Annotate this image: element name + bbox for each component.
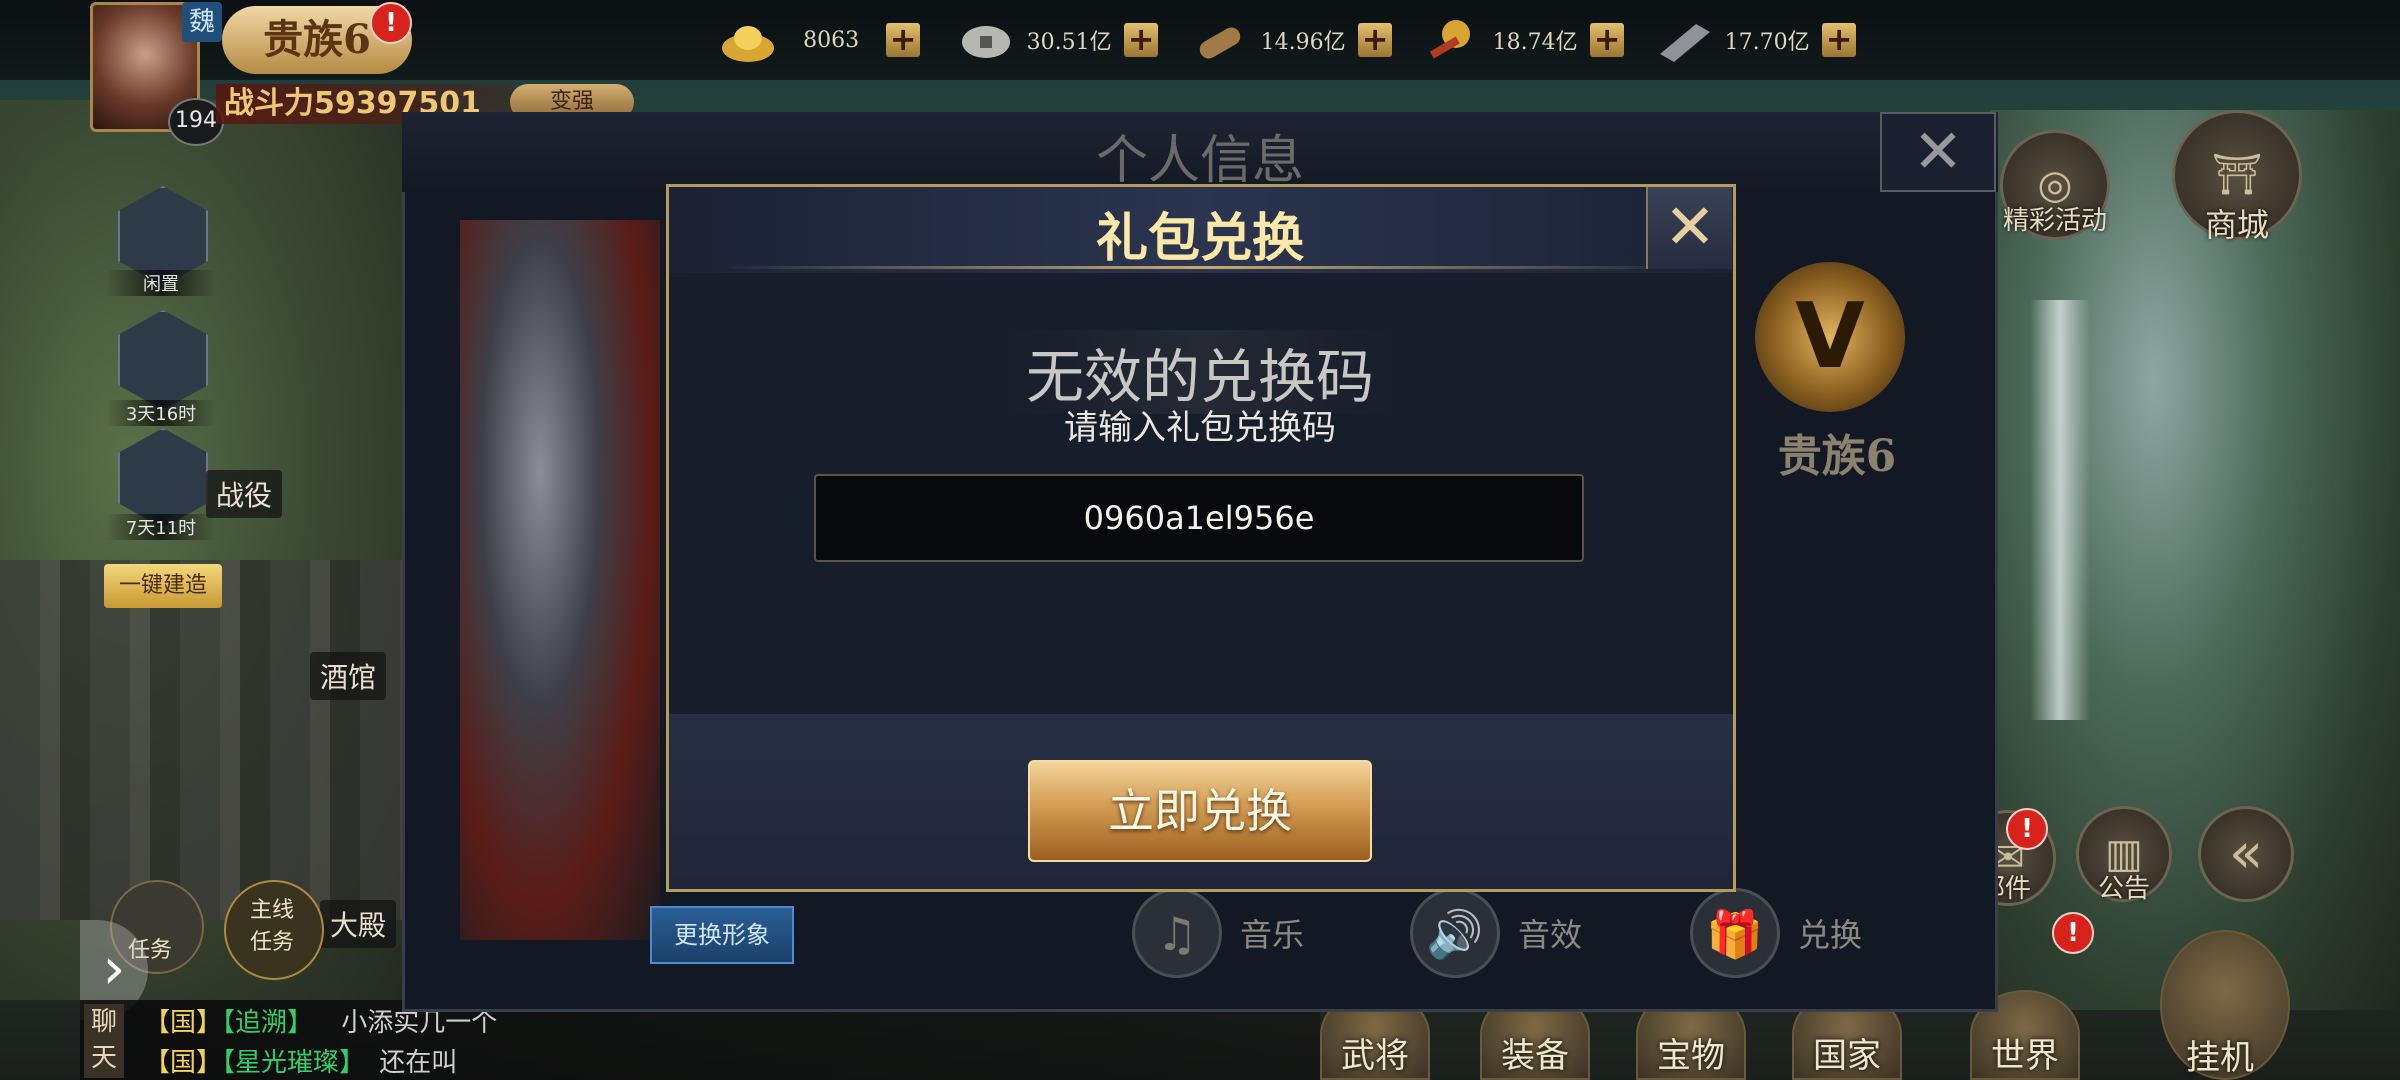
mail-alert-badge: !	[2006, 808, 2048, 850]
add-coin-button[interactable]: +	[1124, 23, 1159, 57]
palace-label[interactable]: 大殿	[320, 900, 397, 948]
faction-badge: 魏	[182, 2, 222, 42]
character-portrait	[460, 220, 660, 940]
add-iron-button[interactable]: +	[1822, 23, 1857, 57]
setting-label: 音效	[1518, 916, 1583, 954]
gift-icon: 🎁	[1690, 888, 1780, 978]
nav-label: 装备	[1501, 1036, 1569, 1076]
grain-icon	[1424, 14, 1480, 66]
coin-icon	[958, 14, 1014, 66]
add-grain-button[interactable]: +	[1590, 23, 1625, 57]
nav-label: 武将	[1341, 1036, 1409, 1076]
gold-ingot-icon	[720, 14, 776, 66]
resource-coin: 30.51亿 +	[958, 14, 1159, 66]
main-task-label: 主线任务	[249, 898, 294, 955]
chat-name[interactable]: 【追溯】	[222, 1008, 313, 1038]
dialog-title: 礼包兑换	[1095, 209, 1304, 269]
music-setting[interactable]: ♫ 音乐	[1132, 888, 1304, 978]
nav-idle[interactable]: 挂机	[2150, 930, 2290, 1080]
noble-alert-badge: !	[370, 2, 412, 44]
chat-line: 【国】【星光璀璨】 还在叫	[144, 1042, 457, 1079]
build-all-button[interactable]: 一键建造	[104, 564, 222, 608]
build-timer-1: 3天16时	[106, 400, 216, 426]
resource-value: 18.74亿	[1492, 30, 1578, 55]
redeem-setting[interactable]: 🎁 兑换	[1690, 888, 1862, 978]
resource-gold: 8063 +	[720, 14, 921, 66]
sound-icon: 🔊	[1410, 888, 1500, 978]
wood-icon	[1192, 14, 1248, 66]
enter-code-prompt: 请输入礼包兑换码	[1064, 408, 1336, 448]
city-buildings	[0, 560, 420, 920]
notice-label: 公告	[2097, 874, 2150, 904]
setting-label: 兑换	[1798, 916, 1863, 954]
redeem-code-input[interactable]: 0960a1el956e	[814, 474, 1584, 562]
resource-wood: 14.96亿 +	[1192, 14, 1393, 66]
events-label: 精彩活动	[2002, 206, 2107, 236]
chat-channel: 【国】	[144, 1048, 223, 1078]
resource-value: 30.51亿	[1026, 30, 1112, 55]
resource-grain: 18.74亿 +	[1424, 14, 1625, 66]
shop-label: 商城	[2204, 206, 2269, 244]
resource-iron: 17.70亿 +	[1656, 14, 1857, 66]
music-icon: ♫	[1132, 888, 1222, 978]
nav-label: 世界	[1991, 1036, 2059, 1076]
resource-value: 8063	[803, 27, 860, 53]
build-timer-2: 7天11时	[106, 514, 216, 540]
add-wood-button[interactable]: +	[1358, 23, 1393, 57]
chat-channel: 【国】	[144, 1008, 223, 1038]
iron-icon	[1656, 14, 1712, 66]
nav-label: 挂机	[2186, 1038, 2254, 1078]
panel-close-button[interactable]: ✕	[1880, 112, 1996, 192]
resource-value: 14.96亿	[1260, 30, 1346, 55]
chat-message: 小添实几一个	[341, 1008, 498, 1038]
redeem-now-button[interactable]: 立即兑换	[1028, 760, 1372, 862]
panel-title: 个人信息	[1095, 131, 1304, 191]
waterfall	[2030, 300, 2090, 720]
collapse-menu-icon[interactable]: «	[2198, 806, 2294, 902]
tavern-label[interactable]: 酒馆	[310, 652, 387, 700]
dialog-close-button[interactable]: ✕	[1646, 187, 1732, 269]
resource-value: 17.70亿	[1724, 30, 1810, 55]
nav-label: 国家	[1813, 1036, 1881, 1076]
world-alert-badge: !	[2052, 912, 2094, 954]
nav-label: 宝物	[1657, 1036, 1725, 1076]
battle-label[interactable]: 战役	[206, 470, 283, 518]
noble-rank-label: 贵族6	[1777, 431, 1897, 482]
setting-label: 音乐	[1240, 916, 1305, 954]
sound-effect-setting[interactable]: 🔊 音效	[1410, 888, 1582, 978]
noble-emblem-icon: V	[1755, 262, 1905, 412]
add-gold-button[interactable]: +	[886, 23, 921, 57]
idle-label: 闲置	[106, 270, 216, 296]
change-appearance-button[interactable]: 更换形象	[650, 906, 794, 964]
chat-tab[interactable]: 聊天	[84, 1004, 124, 1078]
chat-name[interactable]: 【星光璀璨】	[222, 1048, 365, 1078]
chat-message: 还在叫	[379, 1048, 458, 1078]
